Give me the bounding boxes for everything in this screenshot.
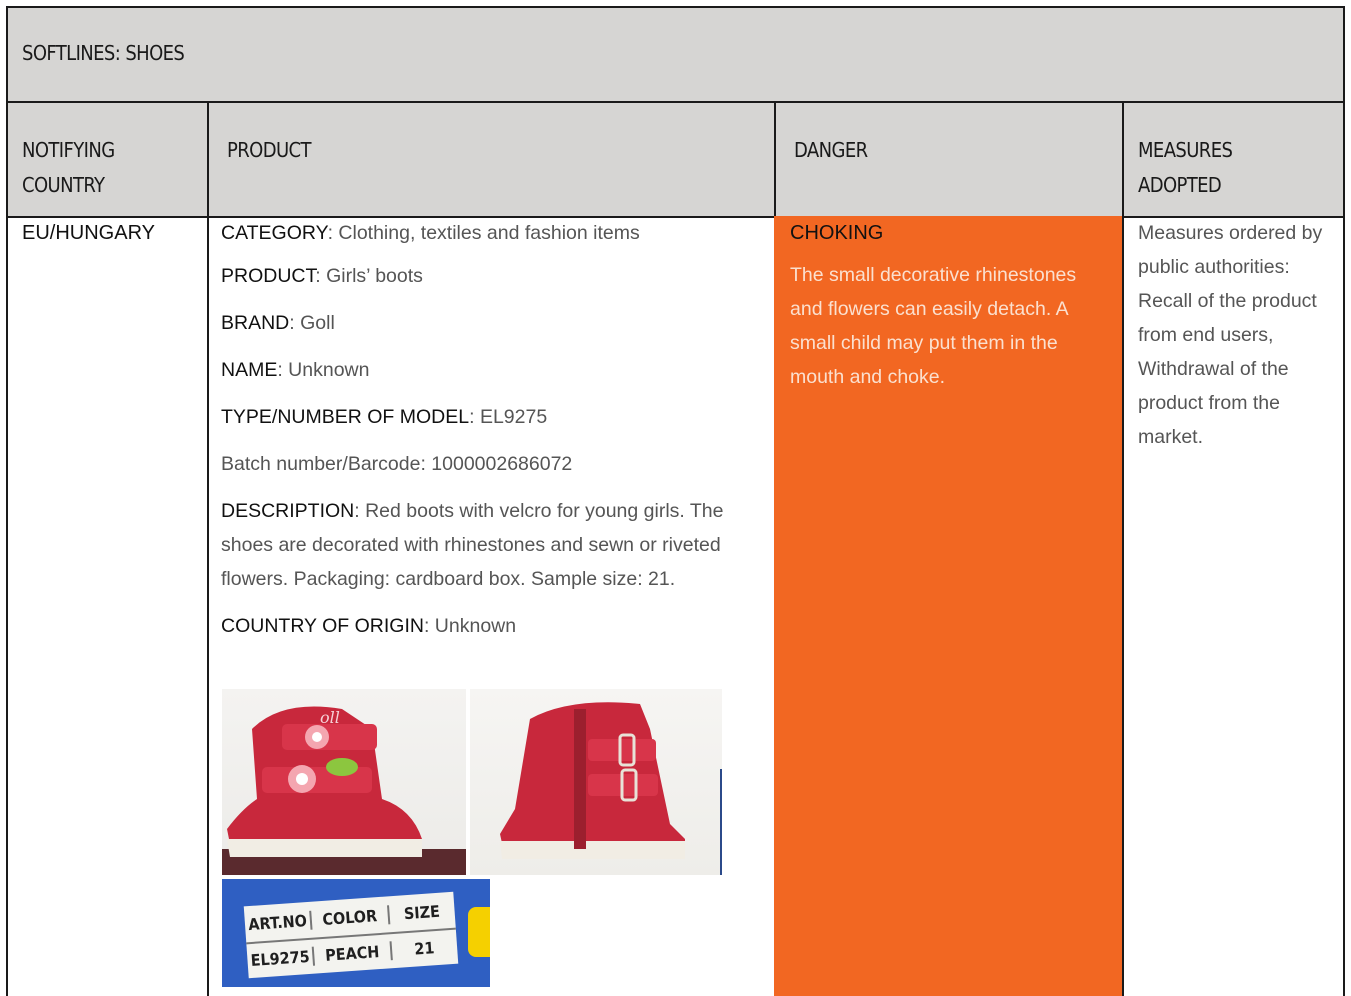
label-value-artno: EL9275 — [246, 946, 316, 970]
measures-value: Measures ordered by public authorities: … — [1138, 222, 1323, 448]
brand-value: : Goll — [289, 312, 335, 334]
boot-photo-front: oll — [222, 689, 466, 875]
boot-photo-side — [470, 689, 722, 875]
danger-content: CHOKING The small decorative rhinestones… — [790, 220, 1090, 394]
label-value-size: 21 — [413, 937, 436, 959]
danger-description: The small decorative rhinestones and flo… — [790, 264, 1077, 388]
product-label: PRODUCT — [221, 265, 316, 287]
label-photo: ART.NO COLOR SIZE EL9275 PEACH 21 — [222, 879, 490, 987]
alert-table: SOFTLINES: SHOES NOTIFYING COUNTRY PRODU… — [6, 6, 1345, 996]
model-label: TYPE/NUMBER OF MODEL — [221, 406, 470, 428]
label-header-size: SIZE — [403, 901, 441, 923]
batch-value: Batch number/Barcode: 1000002686072 — [221, 453, 573, 475]
header-measures: MEASURES ADOPTED — [1122, 101, 1345, 218]
section-header: SOFTLINES: SHOES — [6, 6, 1345, 103]
origin-value: : Unknown — [423, 615, 517, 637]
brand-label: BRAND — [221, 312, 290, 334]
cell-danger: CHOKING The small decorative rhinestones… — [774, 216, 1124, 996]
product-value: : Girls’ boots — [315, 265, 423, 287]
origin-label: COUNTRY OF ORIGIN — [221, 615, 424, 637]
product-details: CATEGORY: Clothing, textiles and fashion… — [221, 220, 769, 656]
label-header-artno: ART.NO — [244, 910, 313, 934]
cell-country: EU/HUNGARY — [6, 216, 209, 996]
name-label: NAME — [221, 359, 278, 381]
label-header-color: COLOR — [311, 904, 390, 930]
label-card: ART.NO COLOR SIZE EL9275 PEACH 21 — [243, 891, 459, 979]
cell-measures: Measures ordered by public authorities: … — [1122, 216, 1345, 996]
header-danger: DANGER — [774, 101, 1124, 218]
danger-title: CHOKING — [790, 222, 884, 244]
header-product: PRODUCT — [207, 101, 776, 218]
country-value: EU/HUNGARY — [22, 222, 155, 244]
model-value: : EL9275 — [469, 406, 548, 428]
category-label: CATEGORY — [221, 222, 328, 244]
svg-text:oll: oll — [320, 708, 340, 727]
section-title: SOFTLINES: SHOES — [22, 41, 185, 65]
description-label: DESCRIPTION — [221, 500, 355, 522]
name-value: : Unknown — [277, 359, 370, 381]
cell-product: CATEGORY: Clothing, textiles and fashion… — [207, 216, 776, 996]
header-country: NOTIFYING COUNTRY — [6, 101, 209, 218]
category-value: : Clothing, textiles and fashion items — [327, 222, 640, 244]
label-value-color: PEACH — [314, 940, 393, 966]
